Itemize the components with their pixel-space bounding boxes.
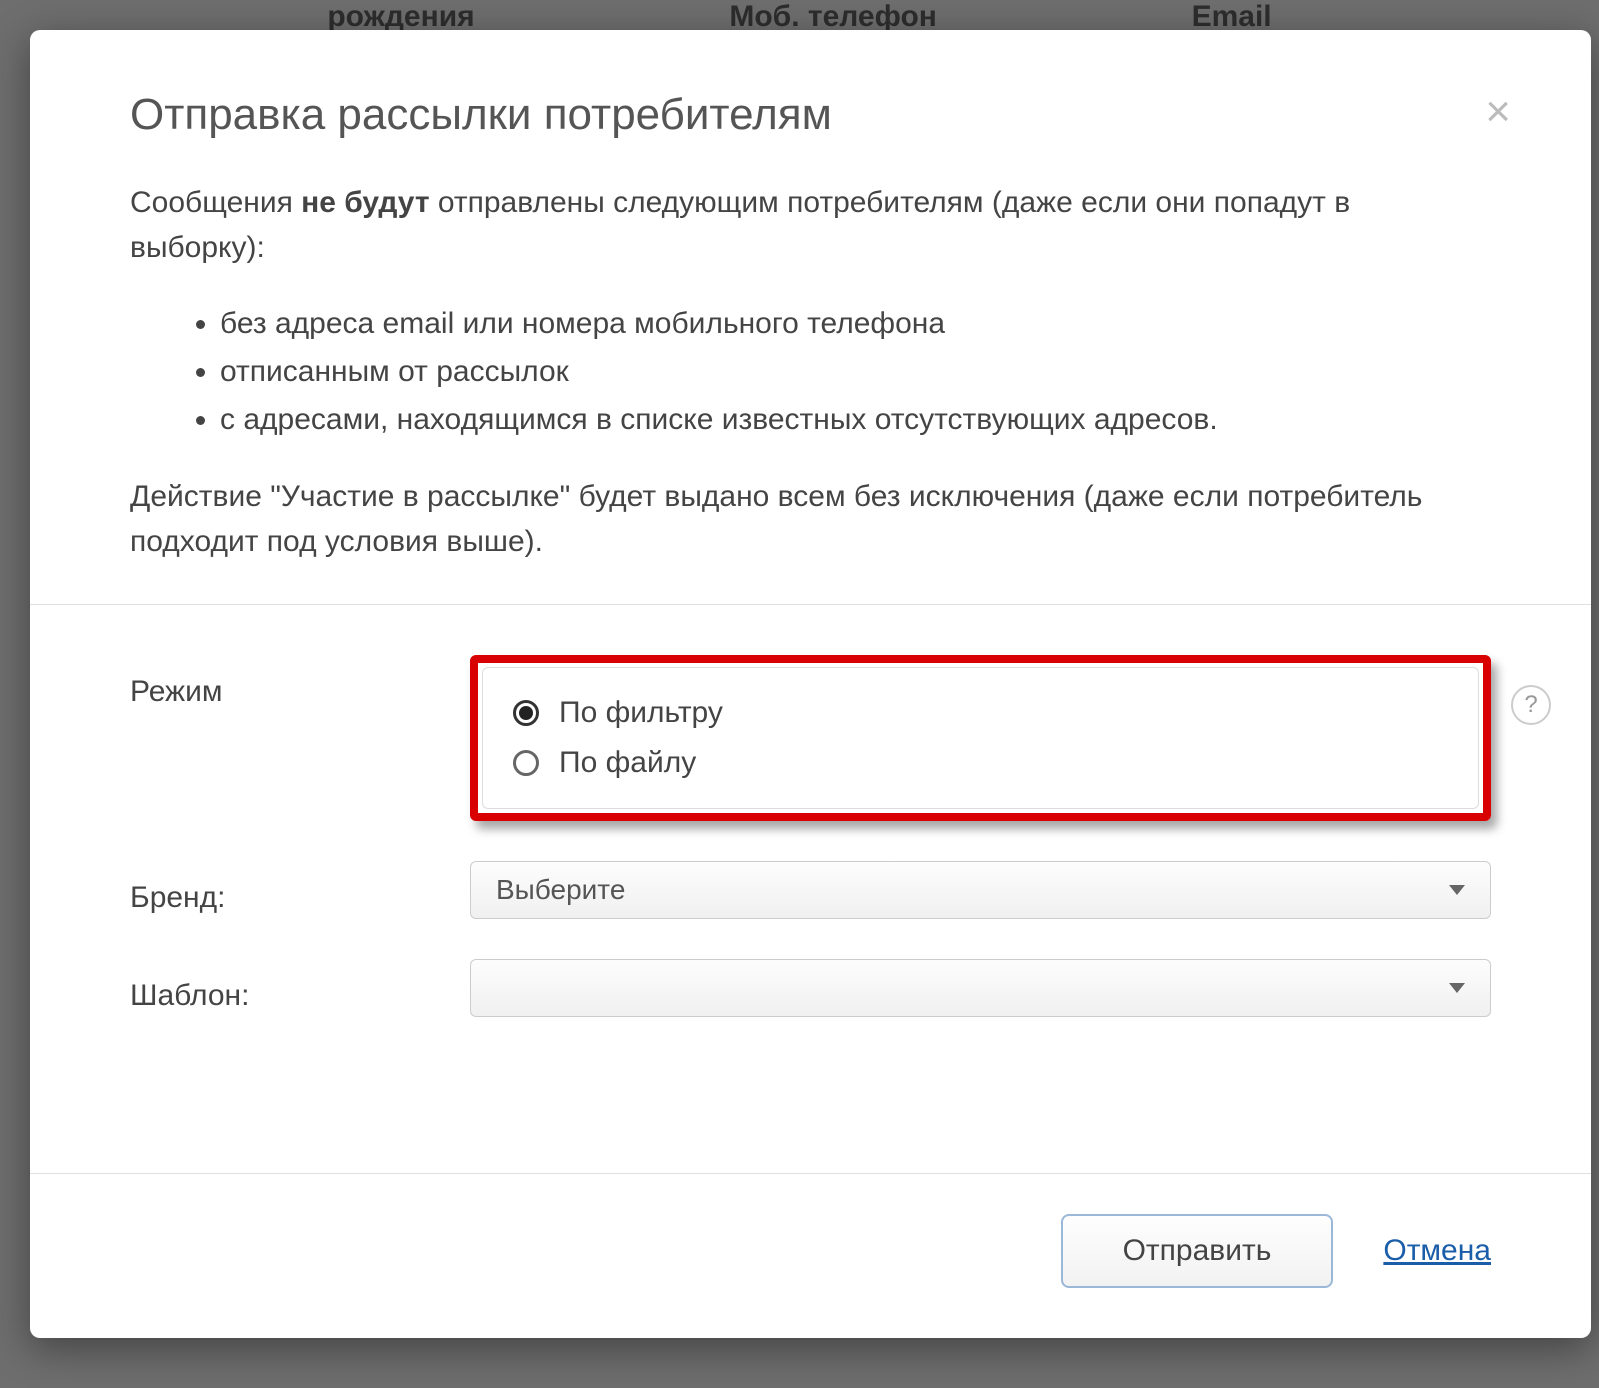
radio-checked-icon [513,700,539,726]
intro-paragraph: Сообщения не будут отправлены следующим … [130,180,1491,270]
modal-header: Отправка рассылки потребителям × [30,30,1591,180]
mode-option-by-filter[interactable]: По фильтру [513,688,1448,738]
modal-footer: Отправить Отмена [30,1173,1591,1338]
help-icon[interactable]: ? [1511,685,1551,725]
radio-label: По фильтру [559,696,723,730]
intro-bold: не будут [301,186,429,219]
close-icon[interactable]: × [1485,90,1511,134]
mode-row: Режим По фильтру По файлу [130,655,1491,821]
list-item: без адреса email или номера мобильного т… [220,300,1491,348]
chevron-down-icon [1449,885,1465,895]
highlight-annotation: По фильтру По файлу [470,655,1491,821]
background-table-header: рождения Моб. телефон Email [0,0,1599,30]
radio-label: По файлу [559,746,696,780]
mode-control: По фильтру По файлу ? [470,655,1491,821]
mode-radio-group: По фильтру По файлу [482,667,1479,809]
exclusion-list: без адреса email или номера мобильного т… [220,300,1491,444]
template-label: Шаблон: [130,959,470,1013]
template-row: Шаблон: [130,959,1491,1017]
submit-button[interactable]: Отправить [1061,1214,1334,1288]
modal-title: Отправка рассылки потребителям [130,90,1491,140]
template-control [470,959,1491,1017]
list-item: с адресами, находящимся в списке известн… [220,396,1491,444]
brand-select-value: Выберите [496,874,625,906]
mode-option-by-file[interactable]: По файлу [513,738,1448,788]
chevron-down-icon [1449,983,1465,993]
bg-col-phone: Моб. телефон [729,0,937,30]
brand-label: Бренд: [130,861,470,915]
brand-select[interactable]: Выберите [470,861,1491,919]
radio-unchecked-icon [513,750,539,776]
modal-intro: Сообщения не будут отправлены следующим … [30,180,1591,604]
send-mailing-modal: Отправка рассылки потребителям × Сообщен… [30,30,1591,1338]
modal-body: Режим По фильтру По файлу [30,604,1591,1173]
bg-col-email: Email [1192,0,1272,30]
help-glyph: ? [1524,691,1537,719]
template-select[interactable] [470,959,1491,1017]
cancel-link[interactable]: Отмена [1383,1234,1491,1268]
list-item: отписанным от рассылок [220,348,1491,396]
bg-col-birthdate: рождения [327,0,474,30]
brand-row: Бренд: Выберите [130,861,1491,919]
intro-prefix: Сообщения [130,186,301,219]
brand-control: Выберите [470,861,1491,919]
mode-label: Режим [130,655,470,709]
intro-note: Действие "Участие в рассылке" будет выда… [130,474,1491,564]
